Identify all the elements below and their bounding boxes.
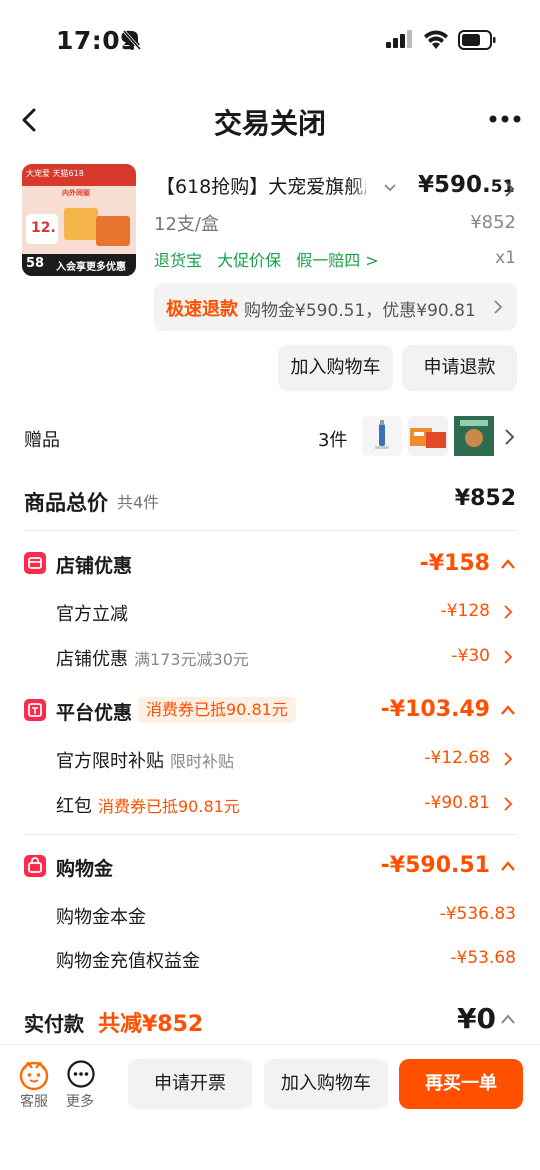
bell-mute-icon xyxy=(122,30,142,50)
shop-discount-value: -¥158 xyxy=(419,551,490,576)
gifts-count: 3件 xyxy=(318,430,348,451)
shopping-gold-item-value: -¥53.68 xyxy=(450,948,516,968)
shopping-gold-value: -¥590.51 xyxy=(380,853,490,878)
refund-label: 极速退款 xyxy=(166,299,238,320)
status-bar: 17:09 xyxy=(0,0,540,80)
product-spec: 12支/盒 xyxy=(154,214,219,235)
gift-box-icon xyxy=(410,428,446,448)
chevron-down-icon[interactable] xyxy=(383,183,397,193)
chevron-up-icon[interactable] xyxy=(500,704,516,716)
platform-discount-value: -¥103.49 xyxy=(380,697,490,722)
thumb-price-box: 12. xyxy=(26,214,58,244)
thumb-footer: 58 入会享更多优惠 xyxy=(22,254,136,276)
more-circle-icon[interactable] xyxy=(66,1059,96,1089)
discount-item-value: -¥12.68 xyxy=(424,748,490,768)
discount-item-value: -¥128 xyxy=(440,601,490,621)
battery-icon xyxy=(458,30,496,50)
gift-bottle-icon xyxy=(375,420,389,449)
gift-image[interactable] xyxy=(408,416,448,456)
chevron-right-icon xyxy=(494,300,503,314)
discount-item-note: 限时补贴 xyxy=(170,752,235,771)
total-value: ¥852 xyxy=(454,486,516,511)
quantity: x1 xyxy=(495,248,516,268)
discount-item-label: 红包 消费券已抵90.81元 xyxy=(56,796,240,817)
paid-label: 实付款 xyxy=(24,1012,84,1036)
customer-service-label[interactable]: 客服 xyxy=(20,1091,48,1111)
request-invoice-button[interactable]: 申请开票 xyxy=(128,1059,252,1109)
more-label[interactable]: 更多 xyxy=(66,1091,94,1111)
original-price: ¥852 xyxy=(470,212,516,233)
thumb-header: 大宠爱 天猫618 xyxy=(22,164,136,186)
bottom-action-bar: 客服 更多 申请开票 加入购物车 再买一单 xyxy=(0,1044,540,1170)
shop-discount-label: 店铺优惠 xyxy=(56,555,133,577)
shopping-bag-icon xyxy=(24,855,46,877)
nav-bar: 交易关闭 xyxy=(0,90,540,150)
discount-item-label: 官方限时补贴 限时补贴 xyxy=(56,751,235,772)
coupon-icon xyxy=(24,699,46,721)
total-count: 共4件 xyxy=(117,493,160,512)
discount-item-label: 店铺优惠 满173元减30元 xyxy=(56,649,249,670)
title-fade xyxy=(350,170,374,200)
voucher-tag: 消费券已抵90.81元 xyxy=(138,697,296,723)
refund-text: 购物金¥590.51，优惠¥90.81 xyxy=(244,301,476,321)
shopping-gold-item-value: -¥536.83 xyxy=(439,904,516,924)
discount-item-value: -¥90.81 xyxy=(424,793,490,813)
thumb-package xyxy=(64,208,98,240)
discount-item-note: 消费券已抵90.81元 xyxy=(98,797,240,816)
buy-again-button[interactable]: 再买一单 xyxy=(399,1059,523,1109)
shopping-gold-item-label: 购物金本金 xyxy=(56,907,146,928)
service-tag: 退货宝 xyxy=(154,251,203,270)
chevron-right-icon[interactable] xyxy=(503,796,513,812)
service-tags[interactable]: 退货宝 大促价保 假一赔四 > xyxy=(154,247,389,271)
shopping-gold-label: 购物金 xyxy=(56,858,114,880)
discount-item-label: 官方立减 xyxy=(56,604,128,625)
chevron-right-icon[interactable] xyxy=(503,751,513,767)
gift-image[interactable] xyxy=(362,416,402,456)
product-title[interactable]: 【618抢购】大宠爱旗舰店 xyxy=(156,172,366,199)
chevron-right-icon[interactable] xyxy=(503,649,513,665)
page-title: 交易关闭 xyxy=(213,107,326,140)
thumb-brand: 大宠爱 天猫618 xyxy=(26,169,84,178)
platform-discount-label: 平台优惠 xyxy=(56,702,133,724)
paid-value: ¥0 xyxy=(457,1002,496,1035)
divider xyxy=(24,530,517,531)
paid-saved: 共减¥852 xyxy=(98,1012,204,1037)
product-price-main: ¥590. xyxy=(418,172,491,198)
thumb-promo: 58 xyxy=(26,256,45,271)
product-price: ¥590.51 xyxy=(418,172,514,198)
gifts-label: 赠品 xyxy=(24,430,60,451)
gift-image[interactable] xyxy=(454,416,494,456)
add-to-cart-button[interactable]: 加入购物车 xyxy=(278,345,393,391)
gift-book-icon xyxy=(454,416,494,456)
service-tag: 大促价保 xyxy=(217,251,282,270)
thumb-price: 12. xyxy=(31,220,56,236)
service-tag: 假一赔四 > xyxy=(296,251,379,270)
shopping-gold-item-label: 购物金充值权益金 xyxy=(56,951,200,972)
thumb-badge: 内外同驱 xyxy=(62,189,90,197)
divider xyxy=(24,834,517,835)
signal-icon xyxy=(386,30,412,48)
chevron-up-icon[interactable] xyxy=(500,1013,516,1025)
discount-item-value: -¥30 xyxy=(451,646,490,666)
fast-refund-info[interactable]: 极速退款 购物金¥590.51，优惠¥90.81 xyxy=(154,283,517,331)
chevron-right-icon[interactable] xyxy=(503,604,513,620)
product-image[interactable]: 大宠爱 天猫618 内外同驱 12. 58 入会享更多优惠 xyxy=(22,164,136,276)
wifi-icon xyxy=(424,30,448,49)
thumb-package xyxy=(96,216,130,246)
add-to-cart-button[interactable]: 加入购物车 xyxy=(264,1059,388,1109)
apply-refund-button[interactable]: 申请退款 xyxy=(402,345,517,391)
chevron-up-icon[interactable] xyxy=(500,860,516,872)
thumb-banner: 入会享更多优惠 xyxy=(56,262,126,273)
more-dots-icon[interactable] xyxy=(488,114,522,124)
chevron-right-icon[interactable] xyxy=(503,180,515,198)
shop-icon xyxy=(24,552,46,574)
discount-item-note: 满173元减30元 xyxy=(134,650,249,669)
total-label: 商品总价 xyxy=(24,491,108,515)
customer-service-icon[interactable] xyxy=(18,1059,50,1091)
chevron-up-icon[interactable] xyxy=(500,558,516,570)
chevron-right-icon[interactable] xyxy=(503,428,515,446)
